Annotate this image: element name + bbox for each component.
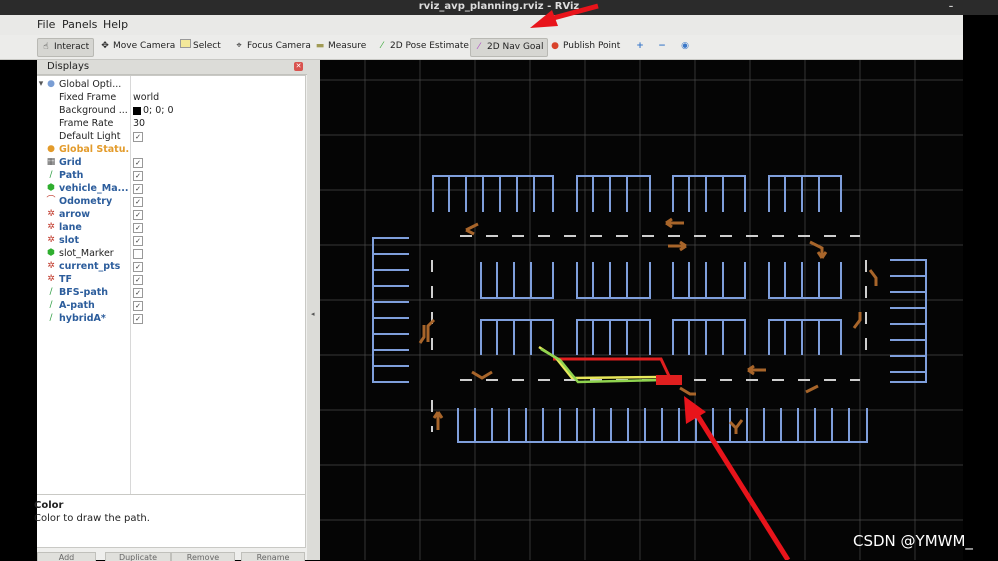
annotation-arrows [530, 3, 791, 560]
watermark: CSDN @YMWM_ [853, 532, 973, 550]
annotation-arrow-top-head [530, 10, 558, 28]
annotation-arrow-bottom [691, 408, 791, 560]
annotation-overlay [530, 3, 791, 560]
